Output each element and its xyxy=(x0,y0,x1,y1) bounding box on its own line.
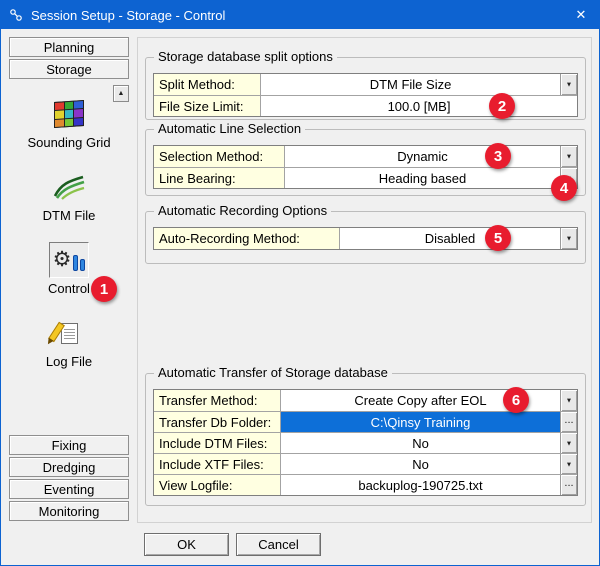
log-file-icon xyxy=(49,315,89,351)
split-method-dropdown-button[interactable]: ▼ xyxy=(560,74,577,95)
transfer-method-dropdown-button[interactable]: ▼ xyxy=(560,390,577,411)
tab-storage[interactable]: Storage xyxy=(9,59,129,79)
sidebar-item-label: DTM File xyxy=(43,208,96,223)
dtm-file-icon xyxy=(49,169,89,205)
auto-recording-method-dropdown-button[interactable]: ▼ xyxy=(560,228,577,249)
field-label: Split Method: xyxy=(154,74,261,95)
field-label: View Logfile: xyxy=(154,475,281,495)
step-badge-4: 4 xyxy=(551,175,577,201)
field-grid: Auto-Recording Method: Disabled ▼ 5 xyxy=(153,227,578,250)
ellipsis-icon: ... xyxy=(564,480,573,491)
tab-dredging[interactable]: Dredging xyxy=(9,457,129,477)
chevron-down-icon: ▼ xyxy=(566,460,573,468)
step-badge-5: 5 xyxy=(485,225,511,251)
group-automatic-recording-options: Automatic Recording Options Auto-Recordi… xyxy=(145,211,586,264)
window-title: Session Setup - Storage - Control xyxy=(31,8,563,23)
main-panel: Storage database split options Split Met… xyxy=(137,37,592,523)
sidebar-item-dtm-file[interactable]: DTM File xyxy=(9,166,129,226)
footer: OK Cancel xyxy=(144,533,321,556)
include-dtm-files-dropdown-button[interactable]: ▼ xyxy=(560,433,577,453)
chevron-down-icon: ▼ xyxy=(566,153,573,161)
sidebar-item-label: Log File xyxy=(46,354,92,369)
auto-recording-method-combo[interactable]: Disabled xyxy=(340,228,560,249)
include-dtm-files-combo[interactable]: No xyxy=(281,433,560,453)
field-grid: Selection Method: Dynamic ▼ 3 Line Beari… xyxy=(153,145,578,189)
sidebar-item-label: Sounding Grid xyxy=(27,135,110,150)
view-logfile-field[interactable]: backuplog-190725.txt xyxy=(281,475,560,495)
row-include-dtm-files: Include DTM Files: No ▼ xyxy=(154,432,577,453)
row-selection-method: Selection Method: Dynamic ▼ 3 xyxy=(154,146,577,167)
close-button[interactable]: ✕ xyxy=(563,1,599,29)
step-badge-6: 6 xyxy=(503,387,529,413)
group-title: Automatic Transfer of Storage database xyxy=(154,365,392,380)
row-include-xtf-files: Include XTF Files: No ▼ xyxy=(154,453,577,474)
field-label: Include DTM Files: xyxy=(154,433,281,453)
line-bearing-combo[interactable]: Heading based xyxy=(285,168,560,188)
session-setup-dialog: Session Setup - Storage - Control ✕ Plan… xyxy=(0,0,600,566)
include-xtf-files-combo[interactable]: No xyxy=(281,454,560,474)
group-title: Storage database split options xyxy=(154,49,337,64)
row-transfer-db-folder: Transfer Db Folder: C:\Qinsy Training ..… xyxy=(154,411,577,432)
group-storage-database-split-options: Storage database split options Split Met… xyxy=(145,57,586,120)
split-method-combo[interactable]: DTM File Size xyxy=(261,74,560,95)
include-xtf-files-dropdown-button[interactable]: ▼ xyxy=(560,454,577,474)
sidebar-item-label: Control xyxy=(48,281,90,296)
step-badge-2: 2 xyxy=(489,93,515,119)
tab-fixing[interactable]: Fixing xyxy=(9,435,129,455)
view-logfile-browse-button[interactable]: ... xyxy=(560,475,577,495)
row-line-bearing: Line Bearing: Heading based ▼ 4 xyxy=(154,167,577,188)
row-transfer-method: Transfer Method: Create Copy after EOL ▼… xyxy=(154,390,577,411)
row-file-size-limit: File Size Limit: 100.0 [MB] 2 xyxy=(154,95,577,116)
field-label: Transfer Db Folder: xyxy=(154,412,281,432)
field-label: Auto-Recording Method: xyxy=(154,228,340,249)
control-icon: ⚙ xyxy=(49,242,89,278)
tab-planning[interactable]: Planning xyxy=(9,37,129,57)
gear-icon: ⚙ xyxy=(53,249,72,271)
sidebar-item-log-file[interactable]: Log File xyxy=(9,312,129,372)
transfer-db-folder-browse-button[interactable]: ... xyxy=(560,412,577,432)
group-title: Automatic Line Selection xyxy=(154,121,305,136)
row-view-logfile: View Logfile: backuplog-190725.txt ... xyxy=(154,474,577,495)
field-grid: Split Method: DTM File Size ▼ File Size … xyxy=(153,73,578,117)
selection-method-combo[interactable]: Dynamic xyxy=(285,146,560,167)
app-icon xyxy=(9,8,23,22)
field-label: Include XTF Files: xyxy=(154,454,281,474)
field-label: Transfer Method: xyxy=(154,390,281,411)
chevron-down-icon: ▼ xyxy=(566,81,573,89)
chevron-down-icon: ▼ xyxy=(566,439,573,447)
cancel-button[interactable]: Cancel xyxy=(236,533,321,556)
sidebar-icon-list: ▲ Sounding Grid DTM File xyxy=(9,81,129,435)
field-label: Line Bearing: xyxy=(154,168,285,188)
field-label: File Size Limit: xyxy=(154,96,261,116)
row-split-method: Split Method: DTM File Size ▼ xyxy=(154,74,577,95)
chevron-down-icon: ▼ xyxy=(566,235,573,243)
group-automatic-line-selection: Automatic Line Selection Selection Metho… xyxy=(145,129,586,196)
ellipsis-icon: ... xyxy=(564,417,573,428)
group-title: Automatic Recording Options xyxy=(154,203,331,218)
step-badge-3: 3 xyxy=(485,143,511,169)
field-grid: Transfer Method: Create Copy after EOL ▼… xyxy=(153,389,578,496)
step-badge-1: 1 xyxy=(91,276,117,302)
field-label: Selection Method: xyxy=(154,146,285,167)
group-automatic-transfer-of-storage-database: Automatic Transfer of Storage database T… xyxy=(145,373,586,506)
row-auto-recording-method: Auto-Recording Method: Disabled ▼ 5 xyxy=(154,228,577,249)
sidebar-item-control[interactable]: ⚙ Control 1 xyxy=(9,239,129,299)
transfer-db-folder-field[interactable]: C:\Qinsy Training xyxy=(281,412,560,432)
file-size-limit-field[interactable]: 100.0 [MB] xyxy=(261,96,577,116)
ok-button[interactable]: OK xyxy=(144,533,229,556)
sidebar-item-sounding-grid[interactable]: Sounding Grid xyxy=(9,93,129,153)
tab-monitoring[interactable]: Monitoring xyxy=(9,501,129,521)
chevron-down-icon: ▼ xyxy=(566,397,573,405)
titlebar[interactable]: Session Setup - Storage - Control ✕ xyxy=(1,1,599,29)
sidebar: Planning Storage ▲ Sounding Grid DTM xyxy=(9,37,129,523)
tab-eventing[interactable]: Eventing xyxy=(9,479,129,499)
sounding-grid-icon xyxy=(49,96,89,132)
selection-method-dropdown-button[interactable]: ▼ xyxy=(560,146,577,167)
